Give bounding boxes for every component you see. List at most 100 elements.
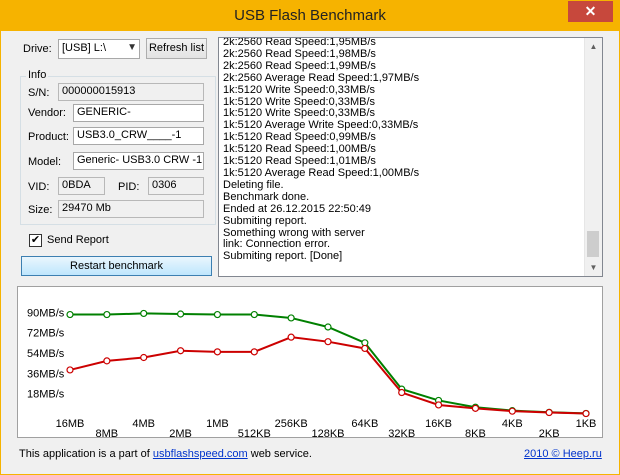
- data-point: [582, 409, 590, 418]
- x-tick-label: 2KB: [539, 428, 560, 437]
- log-line: Something wrong with server: [223, 227, 365, 239]
- x-tick-label: 4KB: [502, 418, 523, 430]
- speed-chart-svg: 90MB/s 72MB/s 54MB/s 36MB/s 18MB/s 16MB 8MB 4MB…: [27, 307, 597, 437]
- data-point: [103, 310, 111, 319]
- y-tick-label: 54MB/s: [27, 348, 65, 360]
- series-line-1: [69, 336, 587, 415]
- footer-text: This application is a part of usbflashsp…: [19, 448, 312, 460]
- log-line: 1k:5120 Read Speed:1,01MB/s: [223, 156, 376, 168]
- refresh-list-button[interactable]: Refresh list: [146, 38, 207, 59]
- log-line: 1k:5120 Average Read Speed:1,00MB/s: [223, 167, 420, 179]
- y-tick-label: 36MB/s: [27, 368, 65, 380]
- size-label: Size:: [28, 204, 53, 216]
- x-tick-label: 8MB: [96, 428, 119, 437]
- send-report-checkbox[interactable]: ✔: [29, 234, 42, 247]
- x-tick-label: 128KB: [311, 428, 344, 437]
- log-line: 2k:2560 Average Read Speed:1,97MB/s: [223, 72, 420, 84]
- scroll-up-icon[interactable]: ▲: [585, 38, 602, 55]
- drive-select[interactable]: [USB] L:\ ▼: [58, 39, 140, 59]
- x-tick-label: 64KB: [351, 418, 378, 430]
- vendor-label: Vendor:: [28, 107, 66, 119]
- data-point: [250, 348, 258, 356]
- title-bar: USB Flash Benchmark ✕: [1, 1, 619, 31]
- close-button[interactable]: ✕: [568, 1, 613, 22]
- x-tick-label: 8KB: [465, 428, 486, 437]
- log-line: Benchmark done.: [223, 191, 310, 203]
- x-tick-label: 2MB: [169, 428, 192, 437]
- x-tick-label: 16MB: [56, 418, 85, 430]
- model-field[interactable]: Generic- USB3.0 CRW -1: [73, 152, 204, 170]
- data-point: [66, 366, 74, 374]
- y-tick-label: 18MB/s: [27, 389, 65, 401]
- data-point: [66, 310, 74, 319]
- sn-label: S/N:: [28, 87, 50, 99]
- scroll-thumb[interactable]: [587, 231, 599, 257]
- data-point: [361, 344, 369, 353]
- pid-field: 0306: [148, 177, 204, 195]
- log-textbox[interactable]: 2k:2560 Read Speed:1,95MB/s 2k:2560 Read …: [218, 37, 603, 277]
- data-point: [471, 404, 480, 412]
- data-point: [140, 309, 148, 318]
- x-tick-label: 256KB: [275, 418, 308, 430]
- data-point: [213, 348, 222, 356]
- copyright-link[interactable]: 2010 © Heep.ru: [524, 448, 602, 460]
- data-point: [140, 353, 148, 362]
- log-lines: 2k:2560 Read Speed:1,95MB/s 2k:2560 Read …: [223, 37, 585, 263]
- log-line: 1k:5120 Read Speed:0,99MB/s: [223, 132, 376, 144]
- model-label: Model:: [28, 156, 62, 168]
- product-label: Product:: [28, 131, 69, 143]
- log-line: Ended at 26.12.2015 22:50:49: [223, 203, 372, 215]
- data-point: [508, 407, 516, 415]
- data-point: [176, 310, 185, 318]
- x-tick-label: 32KB: [388, 428, 415, 437]
- log-line: Deleting file.: [223, 179, 284, 191]
- log-line: 2k:2560 Read Speed:1,98MB/s: [223, 48, 376, 60]
- x-tick-label: 1MB: [206, 418, 229, 430]
- pid-label: PID:: [118, 181, 140, 193]
- data-point: [176, 347, 185, 355]
- data-point: [250, 310, 258, 319]
- data-point: [213, 310, 222, 319]
- data-point: [434, 401, 443, 409]
- y-tick-label: 90MB/s: [27, 307, 65, 319]
- log-line: 1k:5120 Write Speed:0,33MB/s: [223, 96, 376, 108]
- log-line: Submiting report.: [223, 215, 307, 227]
- x-tick-label: 16KB: [425, 418, 452, 430]
- data-point: [324, 338, 332, 346]
- vid-field: 0BDA: [58, 177, 105, 195]
- product-field[interactable]: USB3.0_CRW____-1: [73, 127, 204, 145]
- info-legend: Info: [26, 69, 49, 81]
- send-report-label[interactable]: Send Report: [47, 234, 109, 246]
- data-point: [103, 357, 111, 365]
- restart-benchmark-button[interactable]: Restart benchmark: [21, 256, 212, 276]
- website-link[interactable]: usbflashspeed.com: [153, 448, 248, 460]
- drive-select-value: [USB] L:\: [62, 42, 107, 54]
- scroll-down-icon[interactable]: ▼: [585, 259, 602, 276]
- app-window: USB Flash Benchmark ✕ Drive: [USB] L:\ ▼…: [0, 0, 620, 475]
- size-field: 29470 Mb: [58, 200, 204, 218]
- sn-field: 000000015913: [58, 83, 204, 101]
- data-point: [287, 333, 295, 341]
- log-line: 2k:2560 Read Speed:1,95MB/s: [223, 37, 376, 48]
- close-icon: ✕: [584, 3, 597, 19]
- log-scrollbar[interactable]: ▲ ▼: [584, 38, 602, 276]
- speed-chart: 90MB/s 72MB/s 54MB/s 36MB/s 18MB/s 16MB 8MB 4MB…: [17, 286, 603, 438]
- y-tick-label: 72MB/s: [27, 328, 65, 340]
- check-icon: ✔: [30, 234, 41, 246]
- chevron-down-icon: ▼: [127, 42, 137, 53]
- log-line: 1k:5120 Write Speed:0,33MB/s: [223, 84, 376, 96]
- data-point: [545, 408, 553, 417]
- footer-prefix: This application is a part of: [19, 448, 153, 460]
- data-point: [398, 388, 406, 397]
- drive-label: Drive:: [23, 43, 52, 55]
- log-line: 2k:2560 Read Speed:1,99MB/s: [223, 60, 376, 72]
- log-line: 1k:5120 Write Speed:0,33MB/s: [223, 108, 376, 120]
- vendor-field[interactable]: GENERIC-: [73, 104, 204, 122]
- window-title: USB Flash Benchmark: [234, 7, 386, 24]
- data-point: [287, 314, 295, 322]
- x-tick-label: 1KB: [576, 418, 597, 430]
- data-point: [324, 323, 332, 331]
- log-line: Submiting report. [Done]: [223, 251, 343, 263]
- footer-suffix: web service.: [247, 448, 312, 460]
- x-tick-label: 512KB: [238, 428, 271, 437]
